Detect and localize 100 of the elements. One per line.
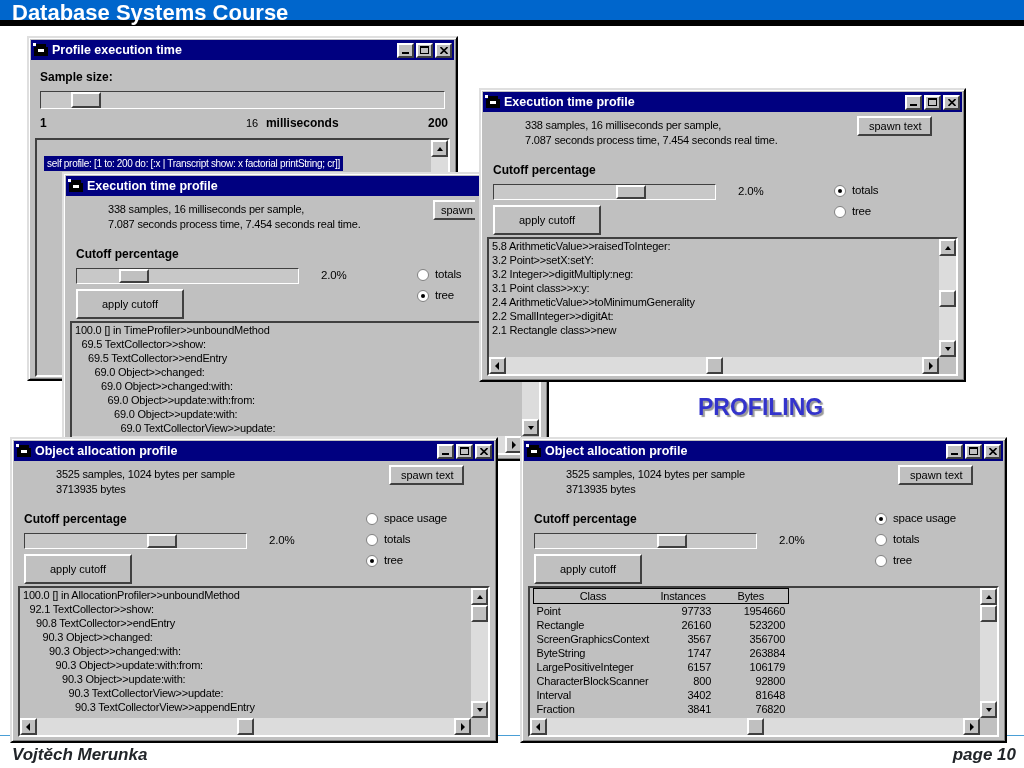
tree-item[interactable]: 69.5 TextCollector>>show: <box>75 337 206 351</box>
slider-track[interactable] <box>24 532 247 549</box>
close-button[interactable] <box>475 443 492 459</box>
scroll-left-button[interactable] <box>20 718 37 735</box>
tree-item[interactable]: 90.3 TextCollectorView>>update: <box>23 686 224 700</box>
scroll-thumb[interactable] <box>939 289 956 307</box>
tree-item[interactable]: 69.0 TextCollectorView>>update: <box>75 421 276 435</box>
minimize-button[interactable] <box>397 42 414 58</box>
scroll-right-button[interactable] <box>454 718 471 735</box>
maximize-icon <box>460 447 469 455</box>
radio-button[interactable]: totals <box>875 529 920 550</box>
slider-thumb[interactable] <box>147 533 177 548</box>
radio-button[interactable]: totals <box>417 264 462 285</box>
window-icon <box>16 444 32 458</box>
tree-item[interactable]: 100.0 [] in AllocationProfiler>>unboundMethod <box>23 588 240 602</box>
scroll-up-button[interactable] <box>471 588 488 605</box>
close-icon <box>439 46 448 54</box>
close-button[interactable] <box>943 94 960 110</box>
scroll-up-button[interactable] <box>980 588 997 605</box>
tree-item[interactable]: 90.3 TextCollectorView>>appendEntry <box>23 700 255 714</box>
scroll-down-button[interactable] <box>471 701 488 718</box>
slider-track[interactable] <box>534 532 757 549</box>
scroll-thumb[interactable] <box>746 718 764 735</box>
radio-button[interactable]: tree <box>417 285 455 306</box>
summary-line: 3713935 bytes <box>56 482 127 497</box>
slider-track[interactable] <box>40 91 445 109</box>
spawn-text-button[interactable]: spawn text <box>389 465 464 485</box>
list-item[interactable]: 5.8 ArithmeticValue>>raisedToInteger: <box>492 239 671 253</box>
spawn-text-button[interactable]: spawn <box>433 200 475 220</box>
scroll-thumb[interactable] <box>705 357 723 374</box>
slider-thumb[interactable] <box>71 92 101 108</box>
tree-item[interactable]: 69.0 Object>>changed:with: <box>75 379 233 393</box>
radio-button[interactable]: space usage <box>366 508 447 529</box>
tree-item[interactable]: 100.0 [] in TimeProfiler>>unboundMethod <box>75 323 270 337</box>
apply-cutoff-button[interactable]: apply cutoff <box>534 554 642 585</box>
window-title: Profile execution time <box>52 41 182 59</box>
spawn-text-button[interactable]: spawn text <box>857 116 932 136</box>
page-number: page 10 <box>952 744 1016 766</box>
list-item[interactable]: 3.1 Point class>>x:y: <box>492 281 590 295</box>
radio-button[interactable]: tree <box>366 550 404 571</box>
radio-button[interactable]: totals <box>834 180 879 201</box>
radio-button[interactable]: space usage <box>875 508 956 529</box>
list-item[interactable]: 2.4 ArithmeticValue>>toMinimumGenerality <box>492 295 695 309</box>
scroll-left-button[interactable] <box>489 357 506 374</box>
slider-thumb[interactable] <box>119 268 149 283</box>
slider-track[interactable] <box>76 267 299 284</box>
radio-button[interactable]: tree <box>834 201 872 222</box>
scroll-thumb[interactable] <box>237 718 254 735</box>
scroll-down-button[interactable] <box>522 419 539 436</box>
scroll-up-button[interactable] <box>939 239 956 256</box>
scroll-thumb[interactable] <box>471 605 488 622</box>
scroll-right-button[interactable] <box>922 357 939 374</box>
maximize-button[interactable] <box>924 94 941 110</box>
tree-item[interactable]: 90.3 Object>>changed:with: <box>23 644 181 658</box>
maximize-button[interactable] <box>416 42 433 58</box>
spawn-text-button[interactable]: spawn text <box>898 465 973 485</box>
slider-thumb[interactable] <box>657 533 687 548</box>
close-button[interactable] <box>984 443 1001 459</box>
apply-cutoff-button[interactable]: apply cutoff <box>76 289 184 320</box>
slider-track[interactable] <box>493 183 716 200</box>
tree-item[interactable]: 90.3 Object>>update:with:from: <box>23 658 203 672</box>
tree-item[interactable]: 92.1 TextCollector>>show: <box>23 602 154 616</box>
scroll-left-button[interactable] <box>530 718 547 735</box>
author-name: Vojtěch Merunka <box>12 744 148 766</box>
scroll-thumb[interactable] <box>980 605 997 622</box>
scroll-right-button[interactable] <box>963 718 980 735</box>
cutoff-label: Cutoff percentage <box>76 246 179 261</box>
maximize-button[interactable] <box>456 443 473 459</box>
minimize-button[interactable] <box>437 443 454 459</box>
tree-item[interactable]: 90.3 Object>>update:with: <box>23 672 186 686</box>
close-icon <box>947 98 956 106</box>
table-cell: Point <box>533 603 653 618</box>
tree-item[interactable]: 90.3 Object>>changed: <box>23 630 153 644</box>
slider-max-label: 200 <box>427 115 448 132</box>
tree-item[interactable]: 69.0 Object>>update:with:from: <box>75 393 255 407</box>
minimize-button[interactable] <box>946 443 963 459</box>
tree-item[interactable]: 69.0 Object>>update:with: <box>75 407 238 421</box>
arrow-right-icon <box>926 360 935 371</box>
radio-button[interactable]: totals <box>366 529 411 550</box>
minimize-button[interactable] <box>905 94 922 110</box>
list-item[interactable]: 2.1 Rectangle class>>new <box>492 323 617 337</box>
table-cell-text: 3841 <box>686 702 713 716</box>
scroll-down-button[interactable] <box>980 701 997 718</box>
table-cell-text: 3567 <box>686 632 713 646</box>
close-button[interactable] <box>435 42 452 58</box>
apply-cutoff-button[interactable]: apply cutoff <box>24 554 132 585</box>
scroll-up-button[interactable] <box>431 140 448 157</box>
radio-button[interactable]: tree <box>875 550 913 571</box>
list-item[interactable]: 3.2 Integer>>digitMultiply:neg: <box>492 267 634 281</box>
slider-thumb[interactable] <box>616 184 646 199</box>
scroll-down-button[interactable] <box>939 340 956 357</box>
maximize-button[interactable] <box>965 443 982 459</box>
tree-item[interactable]: 90.8 TextCollector>>endEntry <box>23 616 176 630</box>
tree-item[interactable]: 69.5 TextCollector>>endEntry <box>75 351 228 365</box>
table-cell-text: Interval <box>535 688 572 702</box>
tree-item[interactable]: 69.0 Object>>changed: <box>75 365 205 379</box>
list-item[interactable]: 2.2 SmallInteger>>digitAt: <box>492 309 614 323</box>
apply-cutoff-button[interactable]: apply cutoff <box>493 205 601 236</box>
list-item[interactable]: 3.2 Point>>setX:setY: <box>492 253 594 267</box>
cutoff-reading: 2.0% <box>321 268 347 283</box>
